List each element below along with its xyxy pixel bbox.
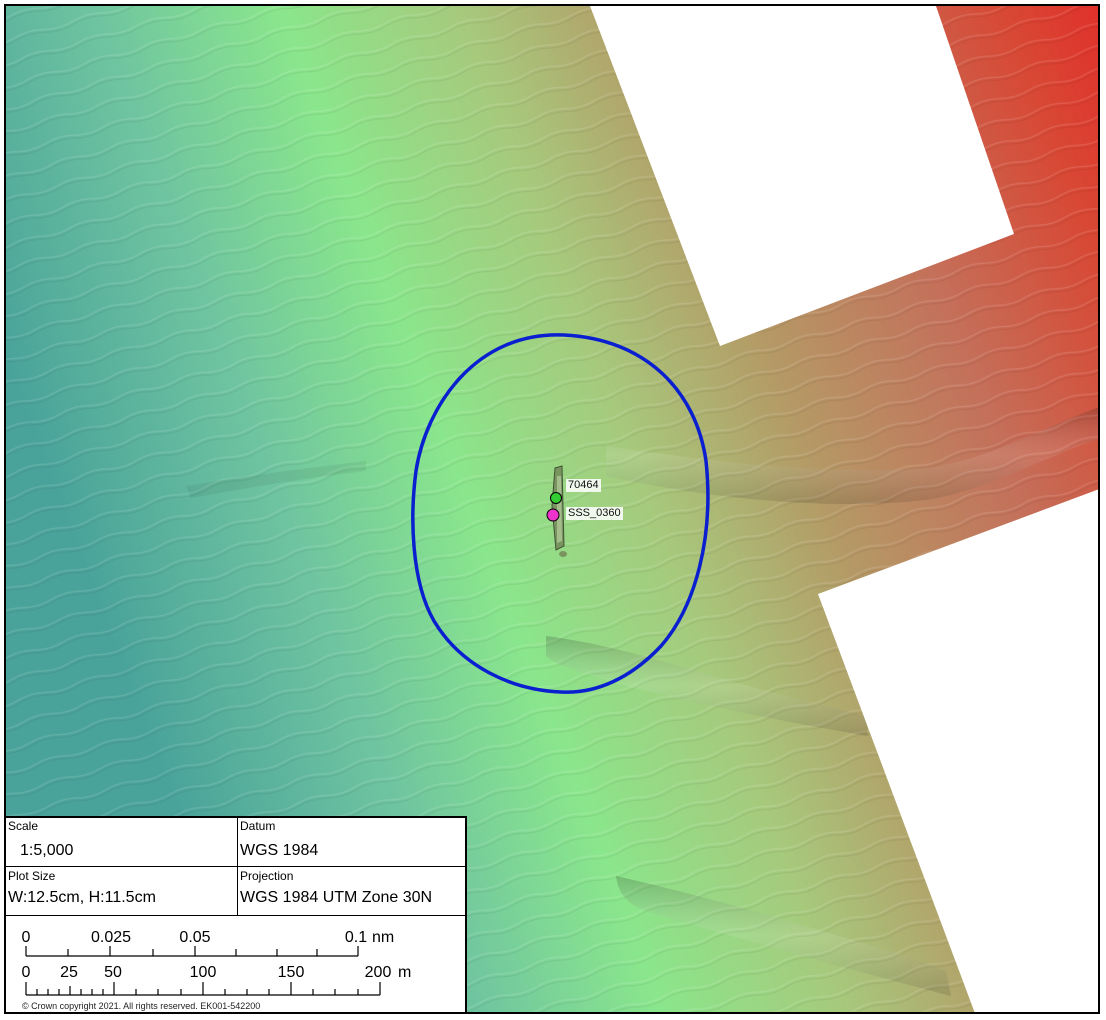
feature-label-70464[interactable]: 70464 — [566, 479, 601, 492]
scale-value: 1:5,000 — [20, 842, 74, 859]
m-tick-label: 100 — [190, 964, 217, 981]
nm-unit-label: nm — [372, 929, 394, 946]
m-tick-label: 0 — [22, 964, 31, 981]
nm-tick-label: 0.05 — [179, 929, 210, 946]
copyright-text: © Crown copyright 2021. All rights reser… — [22, 1001, 261, 1011]
nm-tick-label: 0.025 — [91, 929, 131, 946]
feature-point-SSS_0360[interactable] — [546, 508, 560, 522]
datum-value: WGS 1984 — [240, 842, 319, 859]
map-info-panel: Scale 1:5,000 Datum WGS 1984 Plot Size W… — [6, 816, 467, 1012]
scale-bar: 0 0.025 0.05 0.1 nm 0 25 50 100 150 200 … — [22, 929, 411, 996]
nm-tick-label: 0.1 — [345, 929, 367, 946]
datum-label: Datum — [240, 819, 276, 833]
m-unit-label: m — [398, 964, 411, 981]
feature-point-70464[interactable] — [550, 492, 562, 504]
projection-value: WGS 1984 UTM Zone 30N — [240, 889, 433, 906]
map-frame[interactable]: 70464 SSS_0360 Scale 1:5,000 Datum WGS 1… — [4, 4, 1100, 1014]
m-tick-label: 25 — [60, 964, 78, 981]
m-tick-label: 50 — [104, 964, 122, 981]
nm-tick-label: 0 — [22, 929, 31, 946]
plot-size-value: W:12.5cm, H:11.5cm — [8, 889, 156, 906]
projection-label: Projection — [240, 869, 294, 883]
m-tick-label: 150 — [278, 964, 305, 981]
feature-label-SSS_0360[interactable]: SSS_0360 — [566, 507, 623, 520]
m-tick-label: 200 — [365, 964, 392, 981]
plot-size-label: Plot Size — [8, 869, 56, 883]
scale-label: Scale — [8, 819, 39, 833]
